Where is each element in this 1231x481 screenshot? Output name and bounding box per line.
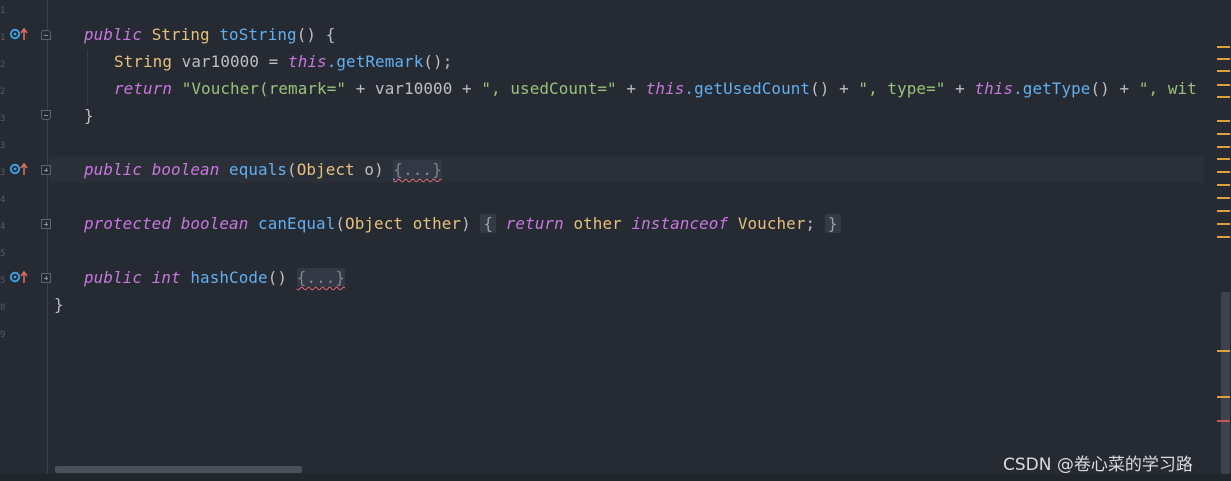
scroll-marker[interactable] — [1217, 236, 1230, 238]
scroll-marker[interactable] — [1217, 70, 1230, 72]
string-literal: ", usedCount=" — [481, 79, 617, 98]
code-line-class-close[interactable]: } — [54, 291, 64, 318]
method-name: equals — [229, 160, 288, 179]
type-name: Object — [345, 214, 404, 233]
scroll-marker[interactable] — [1217, 133, 1230, 135]
code-line-canequal-signature[interactable]: protected boolean canEqual(Object other)… — [84, 210, 841, 237]
keyword: public — [84, 160, 143, 179]
code-line-equals-signature[interactable]: public boolean equals(Object o) {...} — [84, 156, 442, 183]
keyword: this — [288, 52, 327, 71]
code-line-return[interactable]: return "Voucher(remark=" + var10000 + ",… — [114, 75, 1197, 102]
code-text: + var10000 + — [346, 79, 482, 98]
scroll-marker[interactable] — [1217, 146, 1230, 148]
indent-guide — [87, 50, 88, 106]
folded-code-placeholder[interactable]: {...} — [393, 160, 442, 179]
type-name: String — [151, 25, 210, 44]
line-number-strip: 112 233 344 558 9 — [0, 6, 6, 340]
fold-guide — [47, 0, 48, 474]
code-line-hashcode-signature[interactable]: public int hashCode() {...} — [84, 264, 346, 291]
fold-end-icon[interactable] — [41, 110, 51, 120]
scroll-marker[interactable] — [1217, 84, 1230, 86]
keyword: public — [84, 25, 143, 44]
parameter-name: other — [412, 214, 462, 233]
keyword: this — [645, 79, 685, 98]
keyword: instanceof — [631, 214, 729, 233]
scroll-marker[interactable] — [1217, 396, 1230, 398]
keyword: this — [974, 79, 1014, 98]
code-line-var-declaration[interactable]: String var10000 = this.getRemark(); — [114, 48, 452, 75]
fold-expand-icon[interactable] — [41, 273, 51, 283]
scroll-marker[interactable] — [1217, 223, 1230, 225]
string-literal: "Voucher(remark=" — [181, 79, 347, 98]
keyword: return — [114, 79, 173, 98]
fold-expand-icon[interactable] — [41, 165, 51, 175]
type-name: Voucher — [737, 214, 806, 233]
keyword: boolean — [180, 214, 249, 233]
scroll-marker[interactable] — [1217, 120, 1230, 122]
code-line-tostring-signature[interactable]: public String toString() { — [84, 21, 335, 48]
horizontal-scrollbar-track — [0, 474, 1231, 481]
string-literal: ", type=" — [858, 79, 946, 98]
folded-code-placeholder[interactable]: {...} — [296, 268, 346, 287]
brace: } — [54, 295, 64, 314]
type-name: String — [114, 52, 173, 71]
scroll-marker[interactable] — [1217, 210, 1230, 212]
method-name: toString — [219, 25, 297, 44]
vertical-scrollbar-thumb[interactable] — [1221, 292, 1230, 474]
horizontal-scrollbar-thumb[interactable] — [55, 466, 302, 473]
method-call: .getRemark — [326, 52, 424, 71]
code-text: ) — [461, 214, 481, 233]
fold-collapse-icon[interactable] — [41, 30, 51, 40]
override-icon[interactable] — [9, 27, 31, 41]
code-text: ; — [805, 214, 816, 233]
scroll-marker[interactable] — [1217, 46, 1230, 48]
string-literal: ", wit — [1138, 79, 1197, 98]
keyword: boolean — [151, 160, 220, 179]
method-call: .getType — [1013, 79, 1091, 98]
scroll-marker[interactable] — [1217, 58, 1230, 60]
parameter-name: other — [573, 214, 622, 233]
watermark: CSDN @卷心菜的学习路 — [1003, 455, 1193, 475]
fold-expand-icon[interactable] — [41, 219, 51, 229]
code-text: + — [945, 79, 975, 98]
keyword: return — [505, 214, 564, 233]
scroll-marker[interactable] — [1217, 158, 1230, 160]
code-text: (); — [423, 52, 453, 71]
scroll-marker[interactable] — [1217, 171, 1230, 173]
scroll-marker[interactable] — [1217, 184, 1230, 186]
code-text: () + — [1090, 79, 1139, 98]
override-icon[interactable] — [9, 270, 31, 284]
code-text: ( — [335, 214, 346, 233]
code-text: () { — [296, 25, 336, 44]
keyword: int — [151, 268, 181, 287]
keyword: protected — [84, 214, 172, 233]
method-call: .getUsedCount — [684, 79, 811, 98]
override-icon[interactable] — [9, 162, 31, 176]
error-marker[interactable] — [1217, 420, 1230, 422]
scroll-marker[interactable] — [1217, 96, 1230, 98]
code-text: o) — [354, 160, 394, 179]
brace: } — [84, 106, 94, 125]
scroll-marker[interactable] — [1217, 197, 1230, 199]
keyword: public — [84, 268, 143, 287]
code-text: () + — [810, 79, 859, 98]
code-text: () — [267, 268, 297, 287]
scroll-marker[interactable] — [1217, 350, 1230, 352]
code-text: var10000 = — [172, 52, 289, 71]
inline-fold-brace-close[interactable]: } — [824, 214, 841, 233]
type-name: Object — [296, 160, 355, 179]
code-text: ( — [287, 160, 297, 179]
method-name: canEqual — [258, 214, 336, 233]
inline-fold-brace-open[interactable]: { — [480, 214, 497, 233]
code-line-close-brace[interactable]: } — [84, 102, 94, 129]
method-name: hashCode — [190, 268, 268, 287]
code-text: + — [616, 79, 646, 98]
